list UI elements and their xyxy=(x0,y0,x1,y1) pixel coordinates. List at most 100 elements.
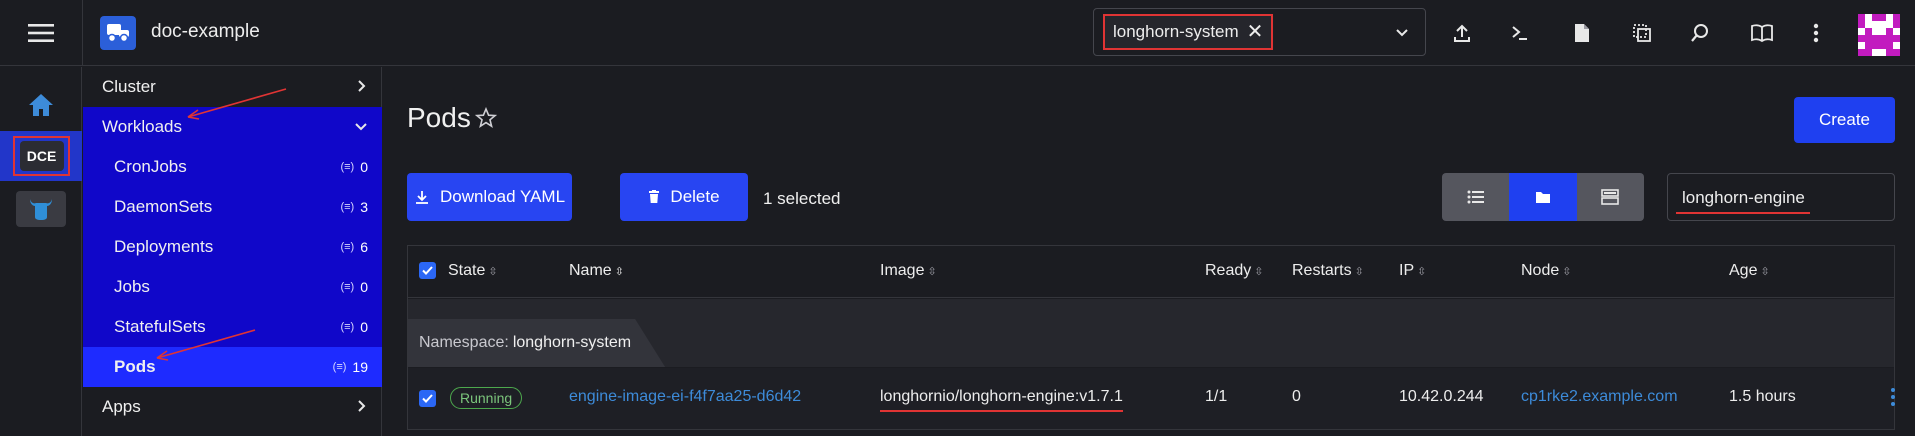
search-icon[interactable] xyxy=(1688,21,1712,45)
cluster-logo-icon[interactable] xyxy=(100,16,136,50)
nav-item-label: DaemonSets xyxy=(114,197,213,216)
column-header-ip[interactable]: IP ⇳ xyxy=(1399,262,1426,280)
resource-icon: (≡) xyxy=(340,161,355,173)
row-checkbox[interactable] xyxy=(419,390,436,407)
terminal-icon[interactable] xyxy=(1508,21,1532,45)
nav-item-jobs[interactable]: Jobs (≡) 0 xyxy=(83,267,382,307)
grouped-view-icon[interactable] xyxy=(1576,173,1644,221)
status-badge: Running xyxy=(450,387,523,409)
left-rail: DCE xyxy=(0,67,82,436)
nav-item-count: (≡) 19 xyxy=(333,359,368,375)
sort-icon: ⇳ xyxy=(1417,265,1427,278)
resource-icon: (≡) xyxy=(340,321,355,333)
home-icon[interactable] xyxy=(27,91,55,119)
table-row[interactable]: Running engine-image-ei-f4f7aa25-d6d42 l… xyxy=(408,368,1896,429)
node-link[interactable]: cp1rke2.example.com xyxy=(1521,388,1678,406)
file-icon[interactable] xyxy=(1570,21,1594,45)
column-label: Name xyxy=(569,262,612,279)
ip-cell: 10.42.0.244 xyxy=(1399,388,1484,405)
column-header-node[interactable]: Node ⇳ xyxy=(1521,262,1571,280)
namespace-filter[interactable]: longhorn-system ✕ xyxy=(1093,8,1426,56)
nav-workloads-label: Workloads xyxy=(102,117,182,136)
nav-apps-label: Apps xyxy=(102,397,141,416)
column-header-image[interactable]: Image ⇳ xyxy=(880,262,937,280)
namespace-chip: longhorn-system ✕ xyxy=(1103,14,1274,50)
nav-item-statefulsets[interactable]: StatefulSets (≡) 0 xyxy=(83,307,382,347)
cluster-dce-item[interactable]: DCE xyxy=(0,131,82,181)
cluster-dce-badge: DCE xyxy=(19,141,64,171)
create-button[interactable]: Create xyxy=(1794,97,1895,143)
column-header-state[interactable]: State ⇳ xyxy=(448,262,498,280)
nav-apps[interactable]: Apps xyxy=(83,387,382,427)
upload-icon[interactable] xyxy=(1450,21,1474,45)
nav-item-cronjobs[interactable]: CronJobs (≡) 0 xyxy=(83,147,382,187)
cluster-name: doc-example xyxy=(151,21,260,42)
side-nav: Cluster Workloads CronJobs (≡) 0 DaemonSe… xyxy=(83,67,382,436)
nav-item-deployments[interactable]: Deployments (≡) 6 xyxy=(83,227,382,267)
resource-icon: (≡) xyxy=(340,201,355,213)
table-header: State ⇳ Name ⇳ Image ⇳ Ready ⇳ Restarts ⇳ IP ⇳… xyxy=(408,246,1894,298)
chevron-right-icon xyxy=(354,399,368,413)
chevron-down-icon[interactable] xyxy=(1395,25,1409,39)
column-label: Node xyxy=(1521,262,1560,279)
filter-box xyxy=(1667,173,1895,221)
resource-icon: (≡) xyxy=(340,241,355,253)
nav-item-count: (≡) 3 xyxy=(340,199,368,215)
image-value: longhornio/longhorn-engine:v1.7.1 xyxy=(880,388,1123,405)
column-header-ready[interactable]: Ready ⇳ xyxy=(1205,262,1263,280)
nav-item-label: Deployments xyxy=(114,237,214,256)
namespace-group-label: Namespace: longhorn-system xyxy=(408,319,665,367)
select-all-checkbox[interactable] xyxy=(419,262,436,279)
book-icon[interactable] xyxy=(1750,21,1774,45)
age-cell: 1.5 hours xyxy=(1729,388,1796,405)
nav-item-count: (≡) 6 xyxy=(340,239,368,255)
avatar[interactable] xyxy=(1858,14,1900,56)
ready-cell: 1/1 xyxy=(1205,388,1228,405)
cow-icon[interactable] xyxy=(16,191,66,227)
copy-icon[interactable] xyxy=(1630,21,1654,45)
list-view-icon[interactable] xyxy=(1442,173,1510,221)
more-vertical-icon[interactable] xyxy=(1804,21,1828,45)
pod-name-link[interactable]: engine-image-ei-f4f7aa25-d6d42 xyxy=(569,388,801,406)
count-value: 0 xyxy=(360,319,368,335)
nav-item-count: (≡) 0 xyxy=(340,159,368,175)
nav-cluster[interactable]: Cluster xyxy=(83,67,382,107)
star-icon[interactable] xyxy=(475,107,497,129)
top-header: doc-example longhorn-system ✕ xyxy=(0,0,1915,66)
nav-item-daemonsets[interactable]: DaemonSets (≡) 3 xyxy=(83,187,382,227)
column-label: Ready xyxy=(1205,262,1252,279)
filter-input[interactable] xyxy=(1682,187,1882,209)
column-label: State xyxy=(448,262,486,279)
namespace-group-row: Namespace: longhorn-system xyxy=(408,299,1894,367)
selected-count: 1 selected xyxy=(763,189,841,208)
column-header-restarts[interactable]: Restarts ⇳ xyxy=(1292,262,1364,280)
folder-view-icon[interactable] xyxy=(1509,173,1577,221)
view-toggle-group xyxy=(1442,173,1644,221)
delete-button[interactable]: Delete xyxy=(620,173,748,221)
column-label: Image xyxy=(880,262,925,279)
sort-icon: ⇳ xyxy=(1760,265,1770,278)
nav-cluster-label: Cluster xyxy=(102,77,156,96)
nav-item-pods[interactable]: Pods (≡) 19 xyxy=(83,347,382,387)
header-divider xyxy=(82,0,83,66)
chevron-right-icon xyxy=(354,79,368,93)
download-yaml-button[interactable]: Download YAML xyxy=(407,173,572,221)
delete-label: Delete xyxy=(670,187,720,206)
sort-down-icon: ⇳ xyxy=(614,265,624,278)
download-icon xyxy=(414,189,430,205)
column-label: IP xyxy=(1399,262,1415,279)
resource-icon: (≡) xyxy=(340,281,355,293)
more-vertical-icon[interactable] xyxy=(1890,387,1896,407)
menu-icon[interactable] xyxy=(22,19,60,47)
column-header-age[interactable]: Age ⇳ xyxy=(1729,262,1770,280)
close-icon[interactable]: ✕ xyxy=(1247,22,1264,42)
nav-item-count: (≡) 0 xyxy=(340,319,368,335)
column-header-name[interactable]: Name ⇳ xyxy=(569,262,624,280)
column-label: Age xyxy=(1729,262,1758,279)
sort-icon: ⇳ xyxy=(1254,265,1264,278)
chevron-down-icon xyxy=(354,119,368,133)
count-value: 0 xyxy=(360,279,368,295)
nav-workloads[interactable]: Workloads xyxy=(83,107,382,147)
sort-icon: ⇳ xyxy=(1354,265,1364,278)
nav-item-label: Pods xyxy=(114,357,156,376)
